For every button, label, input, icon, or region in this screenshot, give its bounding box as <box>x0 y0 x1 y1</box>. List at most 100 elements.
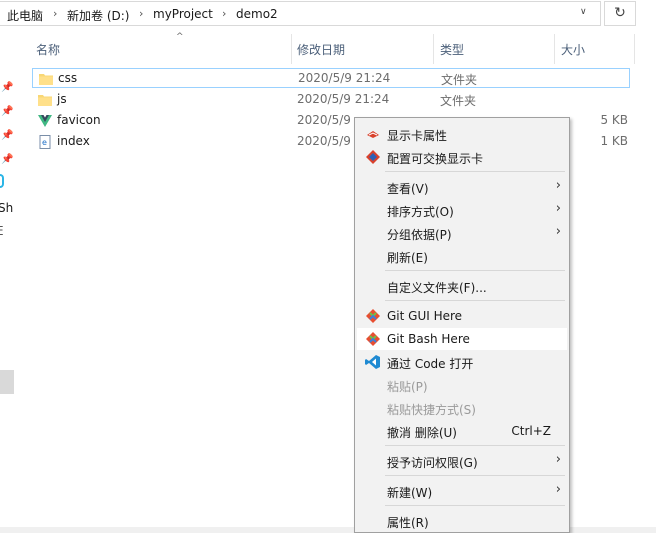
menu-item-give-access[interactable]: 授予访问权限(G) › <box>357 450 567 472</box>
chevron-right-icon[interactable]: › <box>53 7 57 20</box>
chevron-right-icon: › <box>555 178 561 193</box>
file-name: index <box>57 134 90 148</box>
menu-separator <box>385 300 565 301</box>
refresh-icon: ↻ <box>614 5 626 21</box>
vscode-icon <box>365 355 380 369</box>
menu-item-sort-by[interactable]: 排序方式(O) › <box>357 199 567 221</box>
column-divider[interactable] <box>291 34 292 64</box>
navigation-pane[interactable]: 📌 📌 📌 📌 Sh E <box>0 30 18 533</box>
menu-item-label: Git GUI Here <box>387 309 463 323</box>
menu-item-new[interactable]: 新建(W) › <box>357 480 567 502</box>
pin-icon: 📌 <box>1 154 14 165</box>
menu-item-label: 粘贴快捷方式(S) <box>387 403 476 417</box>
column-header-size[interactable]: 大小 <box>561 41 585 58</box>
menu-item-git-gui[interactable]: Git GUI Here <box>357 305 567 327</box>
file-modified: 2020/5/9 21:24 <box>297 92 390 106</box>
onedrive-icon <box>0 174 4 188</box>
menu-item-shortcut: Ctrl+Z <box>511 424 551 438</box>
svg-text:e: e <box>42 138 47 147</box>
menu-separator <box>385 270 565 271</box>
nav-item-fragment[interactable]: Sh <box>0 201 13 215</box>
file-modified: 2020/5/9 <box>297 134 351 148</box>
crumb-myproject[interactable]: myProject <box>153 7 213 21</box>
menu-item-label: 排序方式(O) <box>387 205 454 219</box>
crumb-this-pc[interactable]: 此电脑 <box>7 7 43 24</box>
vue-icon <box>38 115 52 127</box>
menu-item-label: 授予访问权限(G) <box>387 456 478 470</box>
crumb-demo2[interactable]: demo2 <box>236 7 278 21</box>
chevron-right-icon[interactable]: › <box>139 7 143 20</box>
nav-item-fragment[interactable]: E <box>0 224 4 238</box>
menu-separator <box>385 505 565 506</box>
menu-separator <box>385 171 565 172</box>
file-name: favicon <box>57 113 101 127</box>
menu-item-switchable-graphics[interactable]: 配置可交换显示卡 <box>357 146 567 168</box>
sort-ascending-icon: ^ <box>176 32 184 42</box>
menu-item-properties[interactable]: 属性(R) <box>357 510 567 532</box>
menu-item-label: 刷新(E) <box>387 251 428 265</box>
column-divider[interactable] <box>433 34 434 64</box>
crumb-drive[interactable]: 新加卷 (D:) <box>67 7 129 24</box>
file-row-css[interactable]: css 2020/5/9 21:24 文件夹 <box>32 68 630 88</box>
file-row-js[interactable]: js 2020/5/9 21:24 文件夹 <box>32 90 630 110</box>
menu-item-paste[interactable]: 粘贴(P) <box>357 374 567 396</box>
address-bar-area: 此电脑 › 新加卷 (D:) › myProject › demo2 ∨ ↻ <box>0 0 656 30</box>
column-divider[interactable] <box>634 34 635 64</box>
display-card-icon <box>367 131 379 138</box>
menu-item-label: 自定义文件夹(F)... <box>387 281 487 295</box>
menu-item-open-with-code[interactable]: 通过 Code 打开 <box>357 351 567 373</box>
menu-item-label: 显示卡属性 <box>387 129 448 143</box>
pin-icon: 📌 <box>1 82 14 93</box>
pin-icon: 📌 <box>1 130 14 141</box>
menu-item-undo-delete[interactable]: 撤消 删除(U) Ctrl+Z <box>357 420 567 442</box>
chevron-right-icon[interactable]: › <box>222 7 226 20</box>
file-size: 1 KB <box>600 134 628 148</box>
file-type: 文件夹 <box>441 73 478 87</box>
column-header-modified[interactable]: 修改日期 <box>297 41 345 58</box>
column-header-type[interactable]: 类型 <box>440 41 464 58</box>
file-modified: 2020/5/9 21:24 <box>298 71 391 85</box>
git-icon <box>366 309 380 323</box>
file-name: css <box>58 71 78 85</box>
menu-separator <box>385 475 565 476</box>
file-type: 文件夹 <box>440 94 477 108</box>
file-name: js <box>57 92 67 106</box>
menu-item-customize-folder[interactable]: 自定义文件夹(F)... <box>357 275 567 297</box>
nav-item-selected[interactable] <box>0 370 14 394</box>
menu-separator <box>385 445 565 446</box>
column-header-row: ^ 名称 修改日期 类型 大小 <box>20 30 656 66</box>
menu-item-refresh[interactable]: 刷新(E) <box>357 245 567 267</box>
pin-icon: 📌 <box>1 106 14 117</box>
menu-item-view[interactable]: 查看(V) › <box>357 176 567 198</box>
menu-item-paste-shortcut[interactable]: 粘贴快捷方式(S) <box>357 397 567 419</box>
folder-icon <box>39 74 53 85</box>
chevron-down-icon[interactable]: ∨ <box>580 7 587 17</box>
menu-item-label: 分组依据(P) <box>387 228 452 242</box>
menu-item-label: 撤消 删除(U) <box>387 426 457 440</box>
chevron-right-icon: › <box>555 224 561 239</box>
column-header-name[interactable]: 名称 <box>36 41 60 58</box>
menu-item-git-bash[interactable]: Git Bash Here <box>357 328 567 350</box>
chevron-right-icon: › <box>555 201 561 216</box>
menu-item-label: 属性(R) <box>387 516 429 530</box>
menu-item-group-by[interactable]: 分组依据(P) › <box>357 222 567 244</box>
column-divider[interactable] <box>554 34 555 64</box>
git-icon <box>366 332 380 346</box>
menu-item-label: 新建(W) <box>387 486 433 500</box>
chevron-right-icon: › <box>555 452 561 467</box>
file-size: 5 KB <box>600 113 628 127</box>
menu-item-label: 配置可交换显示卡 <box>387 152 484 166</box>
file-modified: 2020/5/9 <box>297 113 351 127</box>
refresh-button[interactable]: ↻ <box>604 1 636 26</box>
menu-item-label: Git Bash Here <box>387 332 470 346</box>
address-bar[interactable]: 此电脑 › 新加卷 (D:) › myProject › demo2 ∨ <box>0 1 601 26</box>
menu-item-label: 粘贴(P) <box>387 380 428 394</box>
context-menu: 显示卡属性 配置可交换显示卡 查看(V) › 排序方式(O) › 分组依据(P)… <box>354 117 570 533</box>
html-file-icon: e <box>39 135 51 149</box>
menu-item-label: 查看(V) <box>387 182 429 196</box>
switchable-graphics-icon <box>366 150 380 164</box>
menu-item-display-card-properties[interactable]: 显示卡属性 <box>357 123 567 145</box>
chevron-right-icon: › <box>555 482 561 497</box>
menu-item-label: 通过 Code 打开 <box>387 357 474 371</box>
folder-icon <box>38 95 52 106</box>
